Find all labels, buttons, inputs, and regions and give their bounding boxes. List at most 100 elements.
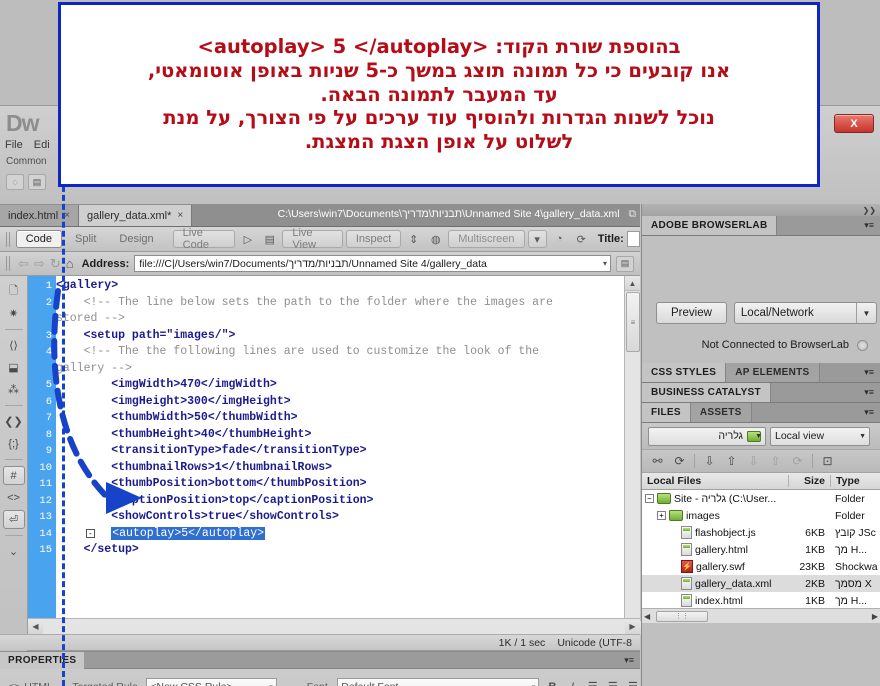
visual-aids-icon[interactable]: ◔ [550, 230, 569, 248]
balance-braces-icon[interactable]: {;} [3, 434, 25, 453]
apply-comment-icon[interactable]: <> [3, 488, 25, 507]
forward-icon[interactable]: ⇨ [34, 256, 45, 272]
files-panel-menu-icon[interactable]: ▾≡ [864, 407, 874, 418]
multiscreen-dropdown-icon[interactable]: ▾ [527, 230, 547, 248]
file-management-icon[interactable]: ⇕ [404, 230, 423, 248]
font-select[interactable]: Default Font ▾ [337, 677, 540, 686]
collapse-full-tag-icon[interactable]: ⟨⟩ [3, 336, 25, 355]
expand-collapse-icon[interactable]: − [645, 494, 654, 503]
menu-item-edit[interactable]: Edi [34, 139, 50, 151]
code-line[interactable]: </setup> [56, 542, 624, 559]
scroll-left-icon[interactable]: ◀ [28, 619, 43, 634]
code-view-button[interactable]: Code [15, 230, 63, 248]
tab-gallery-data-xml-close-icon[interactable]: × [177, 210, 183, 221]
tab-index-html-close-icon[interactable]: × [64, 210, 70, 221]
code-line[interactable]: <thumbHeight>40</thumbHeight> [56, 427, 624, 444]
browserlab-target-select[interactable]: Local/Network ▼ [733, 302, 877, 324]
column-local-files[interactable]: Local Files [642, 475, 788, 487]
code-vertical-scrollbar[interactable]: ▲ ≡ ▼ [624, 276, 641, 635]
browserlab-chevron-down-icon[interactable]: ▼ [855, 303, 876, 323]
email-link-icon[interactable]: ▤ [28, 174, 46, 190]
tab-files[interactable]: FILES [642, 403, 691, 422]
restore-window-icon[interactable]: ⧉ [629, 208, 637, 220]
tab-gallery-data-xml[interactable]: gallery_data.xml* × [78, 205, 193, 226]
browser-preview-icon[interactable]: ◍ [426, 230, 445, 248]
split-view-button[interactable]: Split [65, 230, 106, 248]
code-line[interactable]: <thumbPosition>bottom</thumbPosition> [56, 476, 624, 493]
html-properties-tab[interactable]: <> HTML [8, 681, 66, 686]
files-scrollbar-thumb[interactable]: ⋮⋮ [656, 610, 709, 622]
file-row[interactable]: ⚡ gallery.swf 23KB Shockwa [642, 558, 880, 575]
tab-index-html[interactable]: index.html × [0, 205, 79, 226]
address-dropdown-icon[interactable]: ▾ [603, 259, 607, 268]
hyperlink-icon[interactable]: ◌ [6, 174, 24, 190]
code-line[interactable]: <!-- The line below sets the path to the… [56, 295, 624, 312]
dock-expand-icon[interactable]: ❯❯ [863, 206, 876, 215]
document-encoding[interactable]: Unicode (UTF-8 [557, 637, 632, 649]
scroll-up-icon[interactable]: ▲ [625, 276, 640, 291]
bc-panel-menu-icon[interactable]: ▾≡ [864, 387, 874, 398]
code-line[interactable]: <autoplay>5</autoplay> - [56, 526, 624, 543]
open-documents-icon[interactable]: 🗋 [3, 282, 25, 301]
scroll-right-icon[interactable]: ▶ [625, 619, 640, 634]
css-panel-menu-icon[interactable]: ▾≡ [864, 367, 874, 378]
code-text-area[interactable]: <gallery> <!-- The line below sets the p… [56, 276, 624, 635]
code-line[interactable]: stored --> [56, 311, 624, 328]
unordered-list-icon[interactable]: ☰ [586, 679, 600, 686]
home-icon[interactable]: ⌂ [66, 256, 74, 271]
refresh-files-icon[interactable]: ⟳ [672, 454, 687, 468]
get-files-icon[interactable]: ⇩ [702, 454, 717, 468]
design-view-button[interactable]: Design [109, 230, 163, 248]
toolbar-grip[interactable] [6, 231, 10, 247]
code-line[interactable]: <imgWidth>470</imgWidth> [56, 377, 624, 394]
bold-icon[interactable]: B [545, 679, 559, 686]
column-type[interactable]: Type [830, 475, 880, 487]
scrollbar-thumb[interactable]: ≡ [626, 292, 640, 352]
files-list[interactable]: − Site - גלריה (C:\User... Folder + images Fo… [642, 490, 880, 608]
tab-business-catalyst[interactable]: BUSINESS CATALYST [642, 383, 771, 402]
menu-item-file[interactable]: File [5, 139, 23, 151]
files-horizontal-scrollbar[interactable]: ◀ ⋮⋮ ▶ [642, 608, 880, 623]
site-select[interactable]: גלריה ▼ [648, 426, 766, 446]
validate-markup-icon[interactable]: ▤ [260, 230, 279, 248]
tab-css-styles[interactable]: CSS STYLES [642, 363, 727, 382]
tab-assets[interactable]: ASSETS [690, 403, 752, 422]
browserlab-panel-menu-icon[interactable]: ▾≡ [864, 220, 874, 231]
collapse-toggle-icon[interactable]: - [86, 528, 95, 538]
indent-icon[interactable]: ☰ [626, 679, 640, 686]
file-row[interactable]: + images Folder [642, 507, 880, 524]
ordered-list-icon[interactable]: ☰ [606, 679, 620, 686]
connect-to-remote-icon[interactable]: ⚯ [650, 454, 665, 468]
browserlab-preview-button[interactable]: Preview [656, 302, 727, 324]
dock-expand-bar[interactable]: ❯❯ [642, 204, 880, 216]
synchronize-icon[interactable]: ⟳ [790, 454, 805, 468]
line-numbers-icon[interactable]: # [2, 466, 25, 485]
file-row[interactable]: index.html 1KB מך H... [642, 592, 880, 608]
highlight-invalid-code-icon[interactable]: ✷ [3, 304, 25, 323]
menu-bar[interactable]: File Edi [5, 139, 61, 151]
address-input[interactable]: file:///C|/Users/win7/Documents/תבניות/מ… [134, 255, 611, 272]
italic-icon[interactable]: I [565, 679, 579, 686]
code-line[interactable]: <transitionType>fade</transitionType> [56, 443, 624, 460]
tab-adobe-browserlab[interactable]: ADOBE BROWSERLAB [642, 216, 778, 235]
live-code-button[interactable]: Live Code [172, 227, 236, 251]
properties-panel-menu-icon[interactable]: ▾≡ [624, 655, 634, 666]
back-icon[interactable]: ⇦ [18, 256, 29, 272]
insert-panel-category[interactable]: Common [6, 156, 47, 167]
document-title-input[interactable] [626, 231, 641, 247]
multiscreen-button[interactable]: Multiscreen [448, 230, 525, 248]
font-chevron-down-icon[interactable]: ▾ [532, 683, 536, 686]
file-row[interactable]: gallery_data.xml 2KB מסמך X [642, 575, 880, 592]
put-files-icon[interactable]: ⇧ [724, 454, 739, 468]
file-browse-icon[interactable]: ▤ [616, 255, 634, 272]
more-options-icon[interactable]: ⌄ [3, 542, 25, 561]
code-line[interactable]: <gallery> [56, 278, 624, 295]
refresh-address-icon[interactable]: ↻ [50, 256, 61, 272]
expand-collapse-icon[interactable]: + [657, 511, 666, 520]
file-row[interactable]: gallery.html 1KB מך H... [642, 541, 880, 558]
site-chevron-down-icon[interactable]: ▼ [755, 433, 762, 440]
view-select[interactable]: Local view ▼ [770, 426, 870, 446]
files-scroll-right-icon[interactable]: ▶ [872, 612, 878, 621]
column-size[interactable]: Size [788, 475, 830, 487]
inspect-button[interactable]: Inspect [345, 230, 402, 248]
